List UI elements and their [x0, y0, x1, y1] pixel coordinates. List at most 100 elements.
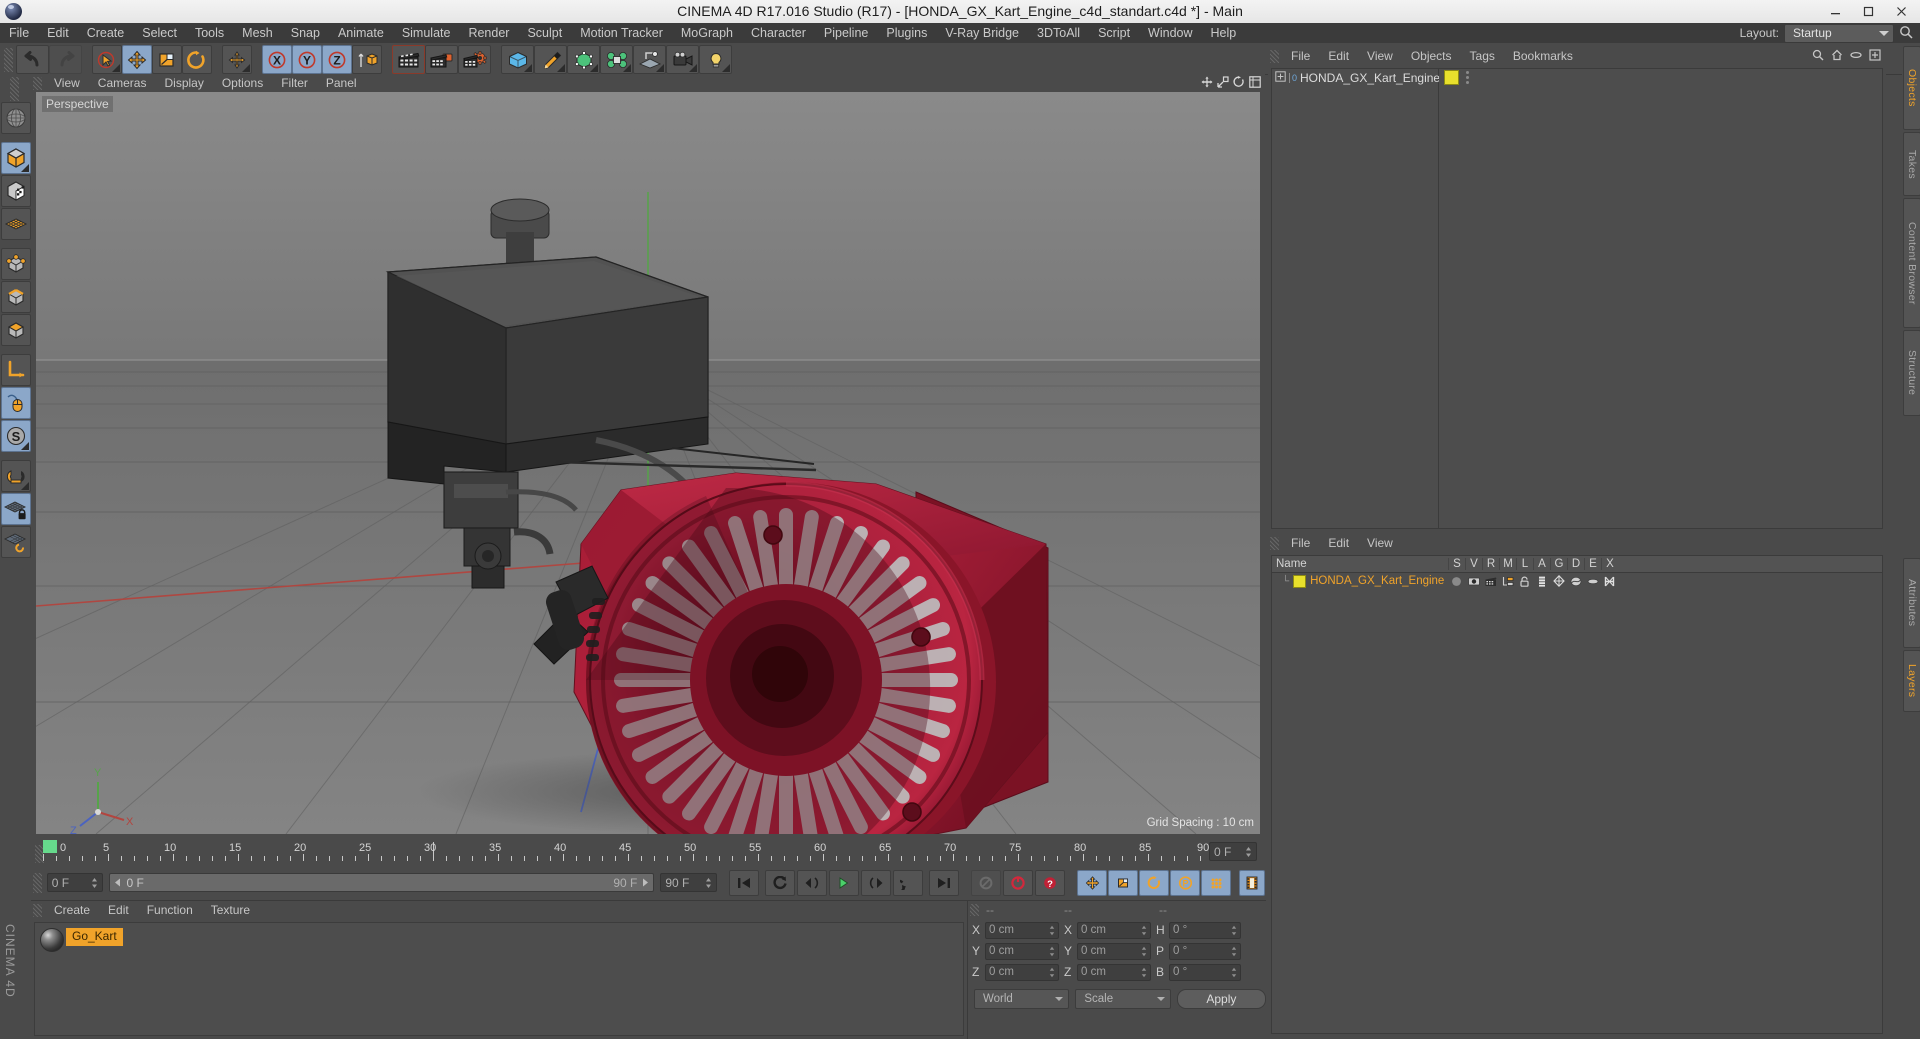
- minimize-button[interactable]: [1819, 0, 1852, 23]
- spinner-icon[interactable]: [705, 877, 712, 889]
- position-key-toggle[interactable]: [1077, 869, 1108, 896]
- world-object-coordinates[interactable]: [352, 45, 382, 74]
- points-mode[interactable]: [1, 248, 31, 280]
- om-menu-tags[interactable]: Tags: [1461, 46, 1504, 66]
- move-tool[interactable]: [122, 45, 152, 74]
- max-frame-field[interactable]: 90 F: [660, 873, 718, 892]
- object-tags-area[interactable]: [1439, 68, 1883, 529]
- layers-grip[interactable]: [1270, 536, 1279, 550]
- current-frame-field[interactable]: 0 F: [1209, 842, 1257, 861]
- left-toolbar-grip[interactable]: [10, 77, 19, 101]
- add-scene-object[interactable]: [633, 45, 666, 74]
- menu-item-plugins[interactable]: Plugins: [877, 23, 936, 43]
- material-item[interactable]: Go_Kart: [40, 928, 123, 952]
- viewport-menu-cameras[interactable]: Cameras: [89, 74, 156, 92]
- frame-range-slider[interactable]: 0 F 90 F: [109, 873, 655, 892]
- layer-expression-toggle[interactable]: [1584, 576, 1601, 587]
- ellipse-icon[interactable]: [1850, 49, 1862, 64]
- lock-z-axis[interactable]: Z: [322, 45, 352, 74]
- coord-position-z[interactable]: 0 cm: [985, 963, 1059, 981]
- spinner-icon[interactable]: [1141, 946, 1147, 957]
- spinner-icon[interactable]: [1231, 967, 1237, 978]
- tab-objects[interactable]: Objects: [1903, 46, 1920, 130]
- menu-item-render[interactable]: Render: [459, 23, 518, 43]
- menu-item-character[interactable]: Character: [742, 23, 815, 43]
- spinner-icon[interactable]: [1141, 925, 1147, 936]
- toolbar-grip[interactable]: [4, 48, 13, 72]
- rotate-tool[interactable]: [182, 45, 212, 74]
- menu-item-window[interactable]: Window: [1139, 23, 1201, 43]
- menu-item-file[interactable]: File: [0, 23, 38, 43]
- menu-item-sculpt[interactable]: Sculpt: [518, 23, 571, 43]
- move-view-icon[interactable]: [1201, 76, 1213, 91]
- coordinates-grip[interactable]: [970, 904, 979, 916]
- spinner-icon[interactable]: [1049, 967, 1055, 978]
- layers-table[interactable]: Name S V R M L A G D E X └ HONDA_GX_Kart…: [1271, 555, 1883, 1034]
- om-menu-view[interactable]: View: [1358, 46, 1402, 66]
- menu-item-3dtoall[interactable]: 3DToAll: [1028, 23, 1089, 43]
- tab-takes[interactable]: Takes: [1903, 132, 1920, 196]
- rotate-view-icon[interactable]: [1233, 76, 1245, 91]
- layer-solo-toggle[interactable]: [1448, 576, 1465, 587]
- material-list[interactable]: Go_Kart: [34, 922, 964, 1036]
- expand-plus-icon[interactable]: [1275, 70, 1286, 85]
- layer-lock-toggle[interactable]: [1516, 576, 1533, 587]
- lock-x-axis[interactable]: X: [262, 45, 292, 74]
- menu-item-motion-tracker[interactable]: Motion Tracker: [571, 23, 672, 43]
- viewport-menu-view[interactable]: View: [45, 74, 89, 92]
- magnet-tool[interactable]: [222, 45, 252, 74]
- home-icon[interactable]: [1831, 49, 1843, 64]
- material-menu-texture[interactable]: Texture: [202, 901, 259, 920]
- step-back-keyframe-button[interactable]: [765, 869, 796, 896]
- spinner-icon[interactable]: [1141, 967, 1147, 978]
- add-spline[interactable]: [534, 45, 567, 74]
- select-tool[interactable]: [92, 45, 122, 74]
- autokeying-button[interactable]: [1003, 869, 1034, 896]
- layer-generator-toggle[interactable]: [1550, 575, 1567, 587]
- play-backwards-button[interactable]: [797, 869, 828, 896]
- object-tags-row[interactable]: [1439, 69, 1882, 86]
- layer-row[interactable]: └ HONDA_GX_Kart_Engine: [1272, 573, 1882, 589]
- snap-settings[interactable]: S: [1, 420, 31, 452]
- loop-button[interactable]: [893, 869, 924, 896]
- om-menu-file[interactable]: File: [1282, 46, 1319, 66]
- menu-item-animate[interactable]: Animate: [329, 23, 393, 43]
- selection-mode[interactable]: [1, 208, 31, 240]
- pla-key-toggle[interactable]: [1201, 869, 1232, 896]
- add-light[interactable]: [699, 45, 732, 74]
- undo-button[interactable]: [16, 45, 49, 74]
- object-row[interactable]: 0 HONDA_GX_Kart_Engine: [1272, 69, 1440, 86]
- render-view[interactable]: [392, 45, 425, 74]
- menu-item-mesh[interactable]: Mesh: [233, 23, 282, 43]
- polygons-mode[interactable]: [1, 314, 31, 346]
- planar-workplane[interactable]: [1, 526, 31, 558]
- viewport-3d[interactable]: Perspective Grid Spacing : 10 cm Y X Z: [36, 92, 1260, 834]
- object-tree[interactable]: 0 HONDA_GX_Kart_Engine: [1271, 68, 1440, 529]
- layer-visible-toggle[interactable]: [1465, 576, 1482, 587]
- scale-tool[interactable]: [152, 45, 182, 74]
- layer-manager-toggle[interactable]: [1499, 576, 1516, 587]
- menu-item-create[interactable]: Create: [78, 23, 134, 43]
- add-nurbs[interactable]: [567, 45, 600, 74]
- viewport-menu-display[interactable]: Display: [155, 74, 212, 92]
- tab-layers[interactable]: Layers: [1903, 650, 1920, 712]
- undo-view-button[interactable]: [1, 102, 31, 134]
- menu-item-pipeline[interactable]: Pipeline: [815, 23, 877, 43]
- coord-size-y[interactable]: 0 cm: [1077, 942, 1151, 960]
- viewport-grip[interactable]: [33, 76, 42, 90]
- layer-deformer-toggle[interactable]: [1567, 576, 1584, 587]
- layer-color-chip[interactable]: [1293, 574, 1307, 588]
- menu-item-mograph[interactable]: MoGraph: [672, 23, 742, 43]
- coord-rotation-p[interactable]: 0 °: [1169, 942, 1241, 960]
- edges-mode[interactable]: [1, 281, 31, 313]
- spinner-icon[interactable]: [1231, 946, 1237, 957]
- menu-item-tools[interactable]: Tools: [186, 23, 233, 43]
- maximize-view-icon[interactable]: [1249, 76, 1261, 91]
- layers-menu-view[interactable]: View: [1358, 533, 1402, 553]
- keyframe-selection-button[interactable]: ?: [1035, 869, 1066, 896]
- param-key-toggle[interactable]: P: [1170, 869, 1201, 896]
- tab-structure[interactable]: Structure: [1903, 330, 1920, 416]
- material-tag-icon[interactable]: [1444, 70, 1459, 85]
- coord-size-z[interactable]: 0 cm: [1077, 963, 1151, 981]
- layer-name[interactable]: HONDA_GX_Kart_Engine: [1310, 575, 1444, 587]
